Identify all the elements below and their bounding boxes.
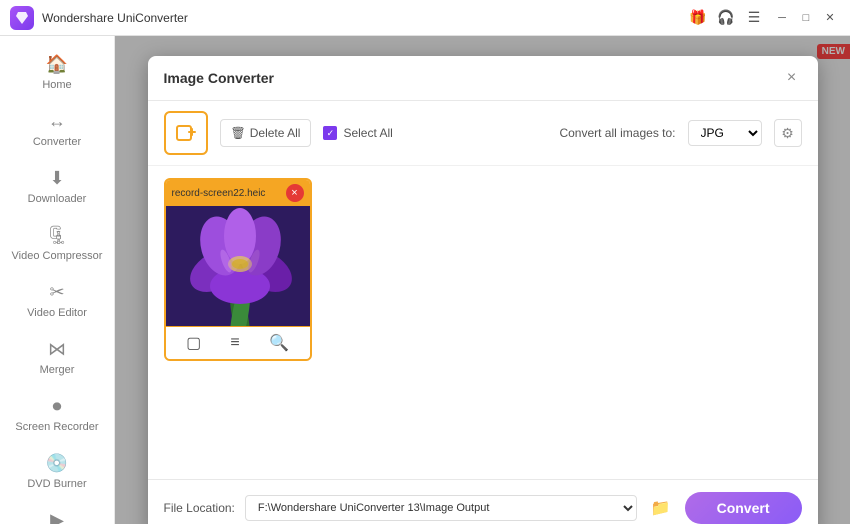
window-controls: ─ □ ✕ bbox=[772, 8, 840, 28]
sidebar-item-video-compressor[interactable]: 🗜 Video Compressor bbox=[0, 215, 114, 272]
select-all-checkbox[interactable]: ✓ Select All bbox=[323, 126, 392, 140]
crop-icon[interactable]: ▢ bbox=[186, 333, 201, 353]
format-settings-button[interactable]: ⚙ bbox=[774, 119, 802, 147]
sidebar-item-player[interactable]: ▶ Player bbox=[0, 500, 114, 524]
gift-icon[interactable]: 🎁 bbox=[688, 8, 708, 28]
sidebar-item-dvd-burner[interactable]: 💿 DVD Burner bbox=[0, 443, 114, 500]
open-folder-button[interactable]: 📁 bbox=[647, 494, 675, 522]
close-button[interactable]: ✕ bbox=[820, 8, 840, 28]
image-filename: record-screen22.heic bbox=[172, 188, 266, 199]
sidebar-label-downloader: Downloader bbox=[28, 193, 87, 205]
sidebar-item-home[interactable]: 🏠 Home bbox=[0, 44, 114, 101]
sidebar-item-merger[interactable]: ⋈ Merger bbox=[0, 329, 114, 386]
app-title: Wondershare UniConverter bbox=[42, 11, 688, 25]
merger-icon: ⋈ bbox=[48, 339, 66, 360]
zoom-icon[interactable]: 🔍 bbox=[269, 333, 289, 353]
modal-title: Image Converter bbox=[164, 70, 274, 86]
list-icon[interactable]: ≡ bbox=[230, 334, 239, 352]
image-card-footer: ▢ ≡ 🔍 bbox=[166, 326, 310, 359]
format-select[interactable]: JPG PNG BMP WEBP TIFF bbox=[688, 120, 762, 146]
add-image-button[interactable] bbox=[164, 111, 208, 155]
modal-close-button[interactable]: × bbox=[782, 68, 802, 88]
sidebar-label-video-editor: Video Editor bbox=[27, 307, 87, 319]
checkbox-icon: ✓ bbox=[323, 126, 337, 140]
convert-button[interactable]: Convert bbox=[685, 492, 802, 524]
modal-overlay: Image Converter × 🗑 bbox=[115, 36, 850, 524]
modal-toolbar: 🗑 Delete All ✓ Select All Convert all im… bbox=[148, 101, 818, 166]
sidebar-label-home: Home bbox=[42, 79, 71, 91]
home-icon: 🏠 bbox=[46, 54, 68, 75]
dvd-burner-icon: 💿 bbox=[46, 453, 68, 474]
screen-recorder-icon: ⏺ bbox=[53, 396, 62, 417]
sidebar-item-video-editor[interactable]: ✂ Video Editor bbox=[0, 272, 114, 329]
app-logo bbox=[10, 6, 34, 30]
sidebar-label-merger: Merger bbox=[40, 364, 75, 376]
sidebar-item-screen-recorder[interactable]: ⏺ Screen Recorder bbox=[0, 386, 114, 443]
sidebar-label-video-compressor: Video Compressor bbox=[12, 250, 103, 262]
modal-header: Image Converter × bbox=[148, 56, 818, 101]
sidebar-item-converter[interactable]: ↔ Converter bbox=[0, 101, 114, 158]
converter-icon: ↔ bbox=[48, 111, 66, 132]
convert-all-label: Convert all images to: bbox=[559, 126, 675, 140]
image-card-close-button[interactable]: × bbox=[286, 184, 304, 202]
maximize-button[interactable]: □ bbox=[796, 8, 816, 28]
sidebar-label-converter: Converter bbox=[33, 136, 81, 148]
app-body: 🏠 Home ↔ Converter ⬇ Downloader 🗜 Video … bbox=[0, 36, 850, 524]
modal-footer: File Location: F:\Wondershare UniConvert… bbox=[148, 479, 818, 524]
image-card-header: record-screen22.heic × bbox=[166, 180, 310, 206]
player-icon: ▶ bbox=[50, 510, 64, 524]
headphone-icon[interactable]: 🎧 bbox=[716, 8, 736, 28]
image-converter-modal: Image Converter × 🗑 bbox=[148, 56, 818, 524]
downloader-icon: ⬇ bbox=[49, 168, 64, 189]
video-editor-icon: ✂ bbox=[49, 282, 64, 303]
file-location-label: File Location: bbox=[164, 501, 235, 515]
app-window: Wondershare UniConverter 🎁 🎧 ☰ ─ □ ✕ 🏠 H… bbox=[0, 0, 850, 524]
delete-all-button[interactable]: 🗑 Delete All bbox=[220, 119, 312, 147]
sidebar-item-downloader[interactable]: ⬇ Downloader bbox=[0, 158, 114, 215]
minimize-button[interactable]: ─ bbox=[772, 8, 792, 28]
image-preview bbox=[166, 206, 312, 326]
image-card: record-screen22.heic × bbox=[164, 178, 312, 361]
menu-icon[interactable]: ☰ bbox=[744, 8, 764, 28]
video-compressor-icon: 🗜 bbox=[46, 225, 69, 246]
sidebar-label-dvd-burner: DVD Burner bbox=[27, 478, 86, 490]
file-path-select[interactable]: F:\Wondershare UniConverter 13\Image Out… bbox=[245, 495, 637, 521]
sidebar-label-screen-recorder: Screen Recorder bbox=[15, 421, 98, 433]
delete-all-label: Delete All bbox=[250, 126, 301, 140]
title-bar: Wondershare UniConverter 🎁 🎧 ☰ ─ □ ✕ bbox=[0, 0, 850, 36]
select-all-label: Select All bbox=[343, 126, 392, 140]
trash-icon: 🗑 bbox=[231, 126, 246, 140]
modal-body: record-screen22.heic × bbox=[148, 166, 818, 479]
sidebar: 🏠 Home ↔ Converter ⬇ Downloader 🗜 Video … bbox=[0, 36, 115, 524]
main-content: NEW Image Converter × bbox=[115, 36, 850, 524]
title-bar-icons: 🎁 🎧 ☰ bbox=[688, 8, 764, 28]
